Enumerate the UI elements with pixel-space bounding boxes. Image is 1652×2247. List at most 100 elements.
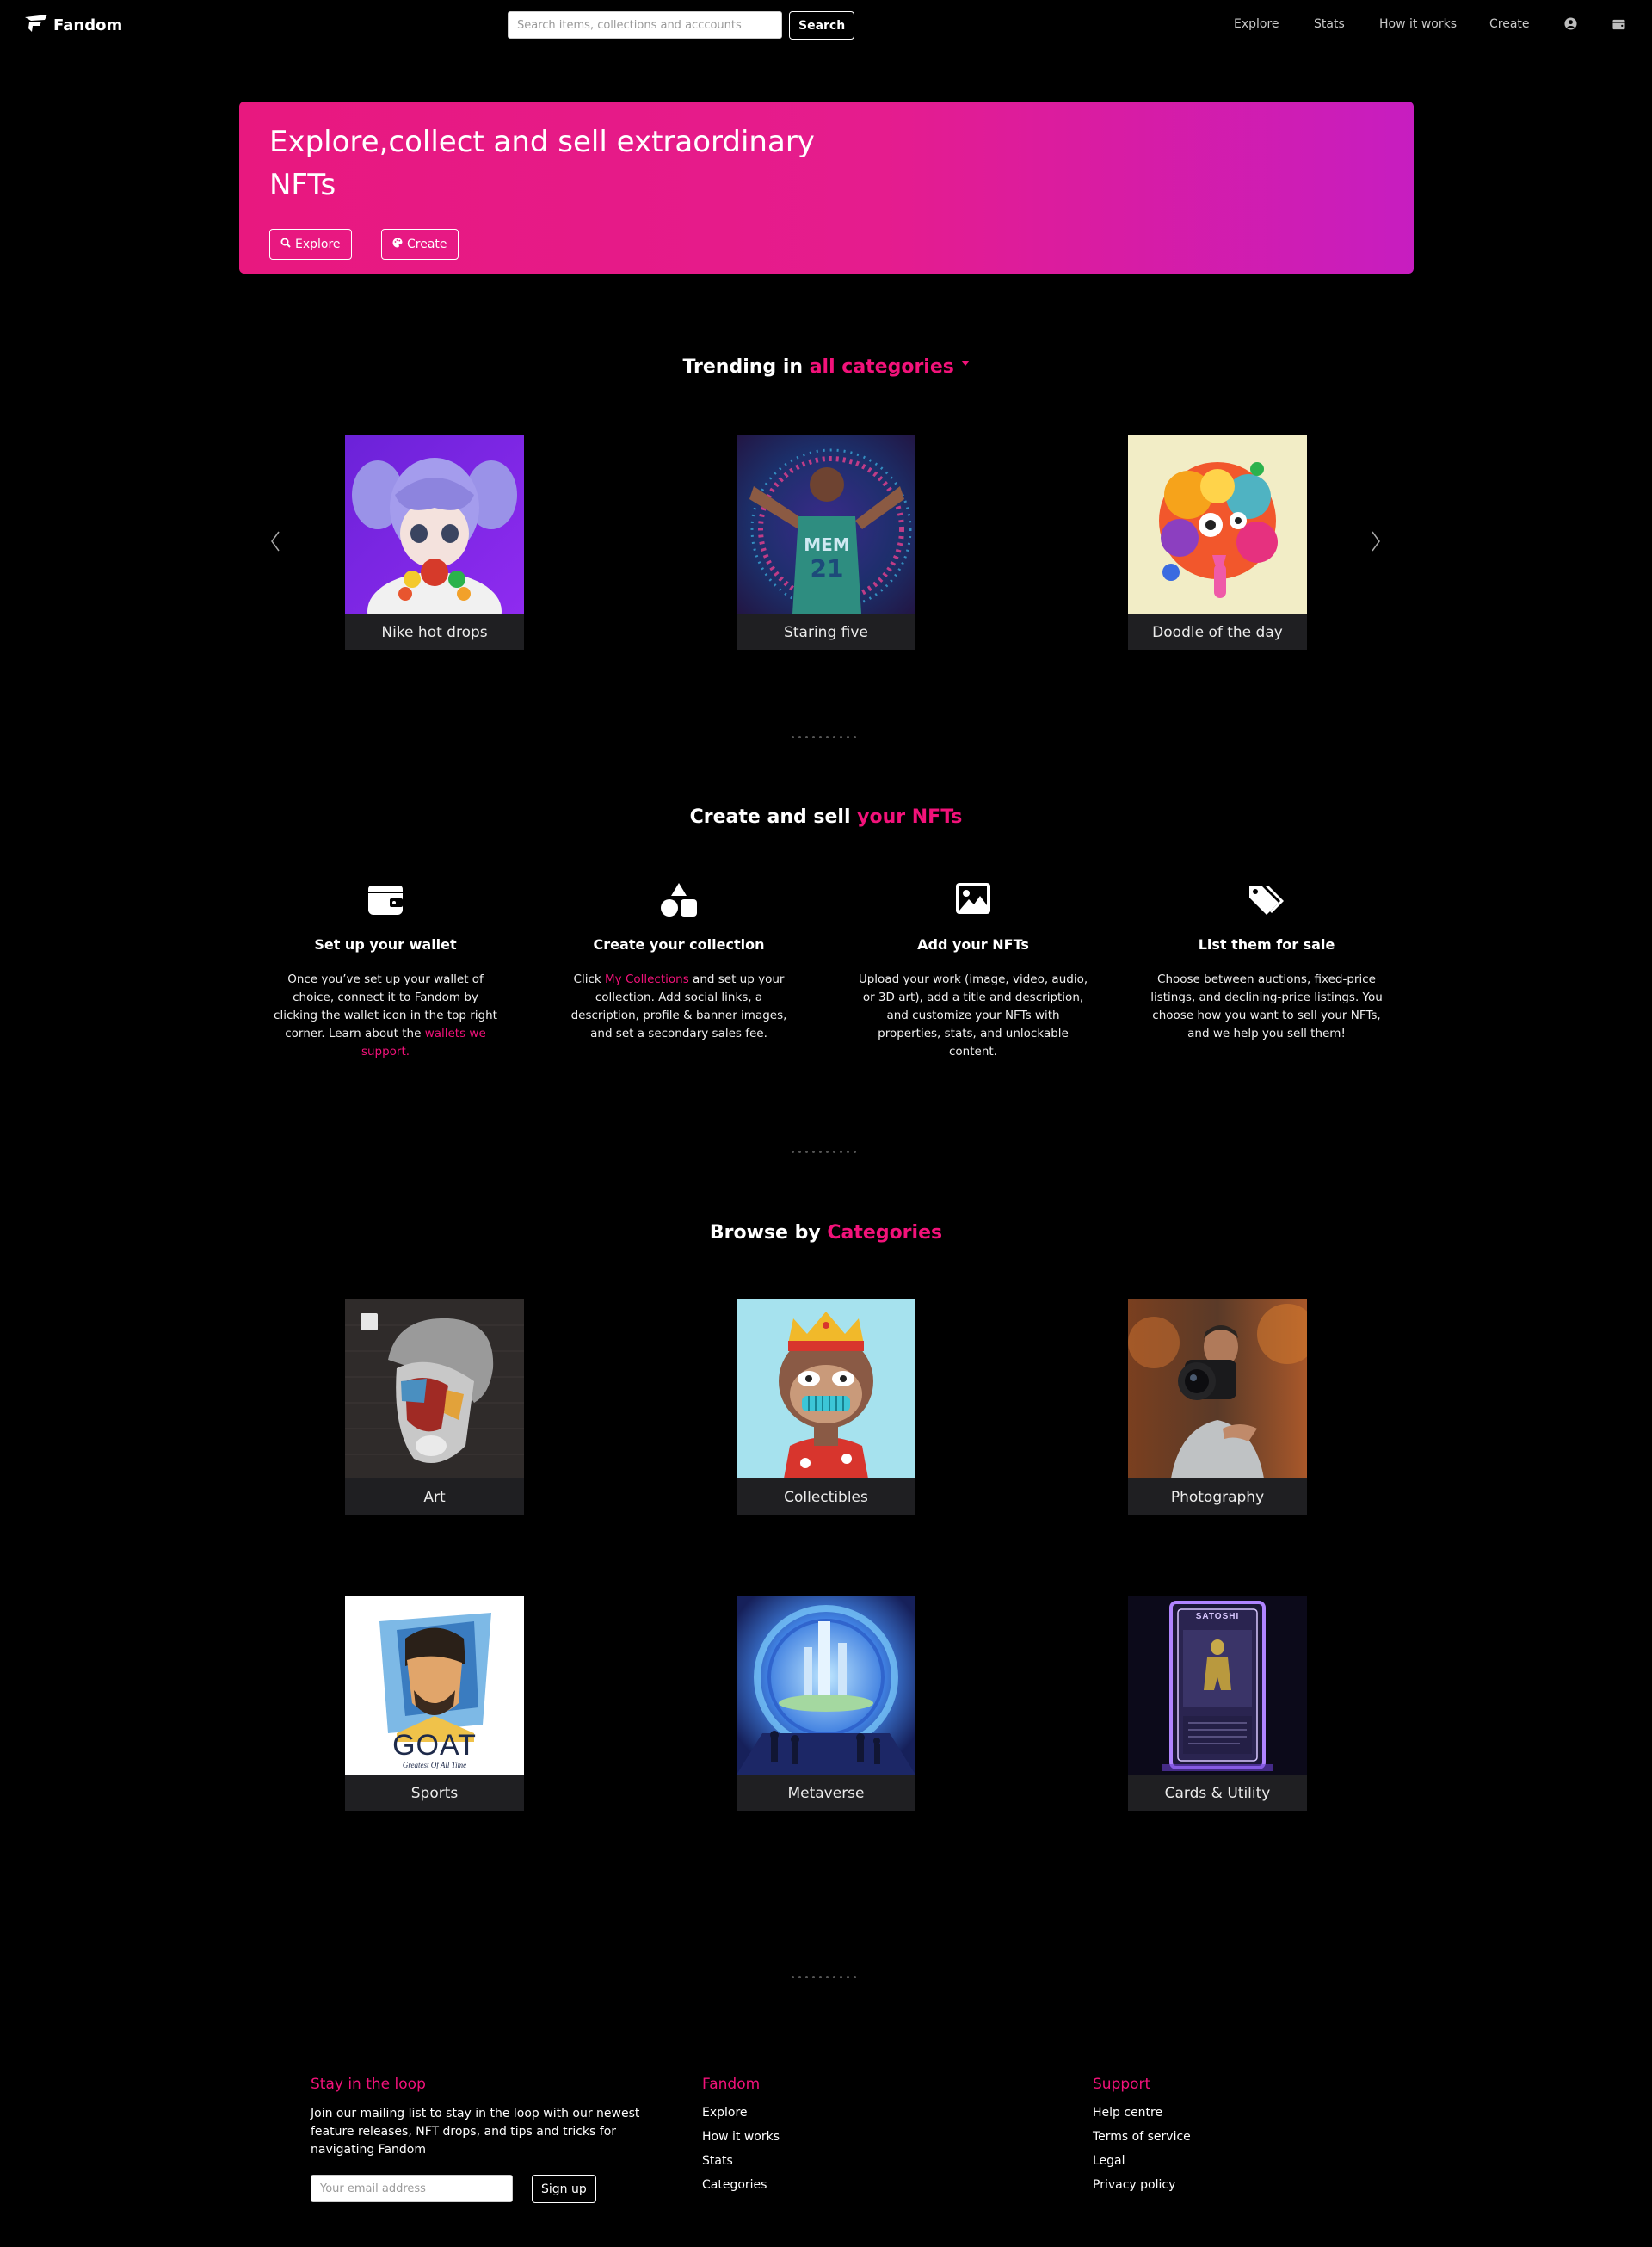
svg-text:MEM: MEM <box>804 534 849 555</box>
create-sell-heading: Create and sell your NFTs <box>0 806 1652 828</box>
footer-fandom-links: Fandom Explore How it works Stats Catego… <box>702 2076 780 2193</box>
category-label: Photography <box>1170 1489 1265 1506</box>
step-description: Choose between auctions, fixed-price lis… <box>1150 972 1383 1040</box>
step-title: Create your collection <box>593 936 765 953</box>
hero-banner: Explore,collect and sell extraordinary N… <box>239 102 1414 274</box>
trending-category-label: all categories <box>809 356 954 378</box>
goat-art-text: GOAT <box>392 1729 477 1762</box>
account-icon[interactable] <box>1564 17 1577 34</box>
category-card-cards-utility[interactable]: SATOSHI Cards & Utility <box>1128 1596 1307 1811</box>
my-collections-link[interactable]: My Collections <box>605 972 689 986</box>
trending-card[interactable]: Doodle of the day <box>1128 435 1307 650</box>
step-collection: Create your collection Click My Collecti… <box>563 882 795 1043</box>
navbar: Fandom Search Explore Stats How it works… <box>0 0 1652 50</box>
hero-explore-label: Explore <box>295 238 341 251</box>
category-label: Cards & Utility <box>1164 1785 1271 1802</box>
trending-card-label: Nike hot drops <box>381 624 488 641</box>
step-list-sale: List them for sale Choose between auctio… <box>1150 882 1383 1043</box>
fandom-logo-icon <box>24 14 48 36</box>
signup-button[interactable]: Sign up <box>532 2175 596 2203</box>
trending-card-label: Doodle of the day <box>1152 624 1283 641</box>
wallet-icon[interactable] <box>1612 17 1625 34</box>
search-input[interactable] <box>508 11 782 39</box>
step-title: List them for sale <box>1198 936 1335 953</box>
footer-newsletter: Stay in the loop Join our mailing list t… <box>311 2076 646 2203</box>
carousel-next-icon[interactable] <box>1370 529 1382 557</box>
caret-down-icon <box>960 356 970 378</box>
search-button[interactable]: Search <box>789 11 855 40</box>
category-card-metaverse[interactable]: Metaverse <box>737 1596 915 1811</box>
nft-image-basketball-player: MEM 21 <box>737 435 915 614</box>
step-wallet: Set up your wallet Once you’ve set up yo… <box>269 882 502 1061</box>
nft-image-doodle-monster <box>1128 435 1307 614</box>
trending-card-label: Staring five <box>784 624 868 641</box>
wallet-icon <box>269 882 502 920</box>
palette-icon <box>392 238 403 251</box>
trending-card[interactable]: MEM 21 Staring five <box>737 435 915 650</box>
card-art-text: SATOSHI <box>1195 1612 1240 1621</box>
browse-heading-accent: Categories <box>827 1222 943 1244</box>
step-title: Set up your wallet <box>314 936 457 953</box>
browse-heading-prefix: Browse by <box>709 1222 828 1244</box>
category-image-cards-utility: SATOSHI <box>1128 1596 1307 1775</box>
svg-text:21: 21 <box>811 554 844 583</box>
brand-logo-link[interactable]: Fandom <box>24 14 122 36</box>
hero-title: Explore,collect and sell extraordinary N… <box>269 125 815 202</box>
search-form: Search <box>508 11 855 40</box>
category-image-collectibles <box>737 1299 915 1478</box>
section-divider <box>792 1151 860 1154</box>
image-icon <box>857 882 1089 920</box>
footer-link-explore[interactable]: Explore <box>702 2105 780 2120</box>
footer-link-help-centre[interactable]: Help centre <box>1093 2105 1191 2120</box>
step-title: Add your NFTs <box>917 936 1029 953</box>
nav-link-stats[interactable]: Stats <box>1314 17 1345 31</box>
category-image-sports: GOAT Greatest Of All Time <box>345 1596 524 1775</box>
newsletter-form: Sign up <box>311 2175 646 2203</box>
category-label: Art <box>423 1489 446 1506</box>
category-card-sports[interactable]: GOAT Greatest Of All Time Sports <box>345 1596 524 1811</box>
nav-link-create[interactable]: Create <box>1489 17 1530 31</box>
brand-name: Fandom <box>53 15 123 34</box>
goat-art-subtext: Greatest Of All Time <box>402 1761 467 1769</box>
trending-category-dropdown[interactable]: all categories <box>810 356 970 378</box>
shapes-icon <box>563 882 795 920</box>
footer-link-privacy[interactable]: Privacy policy <box>1093 2177 1191 2193</box>
email-field[interactable] <box>311 2175 513 2202</box>
search-icon <box>280 238 291 251</box>
category-label: Metaverse <box>787 1785 865 1802</box>
footer-link-terms[interactable]: Terms of service <box>1093 2129 1191 2145</box>
browse-heading: Browse by Categories <box>0 1222 1652 1244</box>
nav-link-how-it-works[interactable]: How it works <box>1379 17 1457 31</box>
category-image-art <box>345 1299 524 1478</box>
section-divider <box>792 736 860 739</box>
category-label: Collectibles <box>784 1489 868 1506</box>
hero-explore-button[interactable]: Explore <box>269 229 352 260</box>
tags-icon <box>1150 882 1383 920</box>
step-description: Upload your work (image, video, audio, o… <box>858 972 1088 1059</box>
nav-link-explore[interactable]: Explore <box>1234 17 1279 31</box>
category-card-photography[interactable]: Photography <box>1128 1299 1307 1515</box>
footer-link-categories[interactable]: Categories <box>702 2177 780 2193</box>
step-description: Once you’ve set up your wallet of choice… <box>274 972 497 1059</box>
hero-create-label: Create <box>407 238 447 251</box>
step-description: Click My Collections and set up your col… <box>570 972 787 1040</box>
footer-newsletter-title: Stay in the loop <box>311 2076 426 2093</box>
create-sell-heading-accent: your NFTs <box>857 806 963 828</box>
hero-create-button[interactable]: Create <box>381 229 459 260</box>
step-add-nfts: Add your NFTs Upload your work (image, v… <box>857 882 1089 1061</box>
footer-link-stats[interactable]: Stats <box>702 2153 780 2169</box>
footer-link-how-it-works[interactable]: How it works <box>702 2129 780 2145</box>
trending-card[interactable]: Nike hot drops <box>345 435 524 650</box>
create-sell-heading-prefix: Create and sell <box>689 806 858 828</box>
category-card-collectibles[interactable]: Collectibles <box>737 1299 915 1515</box>
footer-support-title: Support <box>1093 2076 1151 2093</box>
carousel-prev-icon[interactable] <box>269 529 281 557</box>
category-image-photography <box>1128 1299 1307 1478</box>
category-label: Sports <box>410 1785 459 1802</box>
footer-link-legal[interactable]: Legal <box>1093 2153 1191 2169</box>
footer-support-links: Support Help centre Terms of service Leg… <box>1093 2076 1191 2193</box>
section-divider <box>792 1976 860 1979</box>
footer-fandom-title: Fandom <box>702 2076 761 2093</box>
category-card-art[interactable]: Art <box>345 1299 524 1515</box>
trending-heading-prefix: Trending in <box>682 356 810 378</box>
